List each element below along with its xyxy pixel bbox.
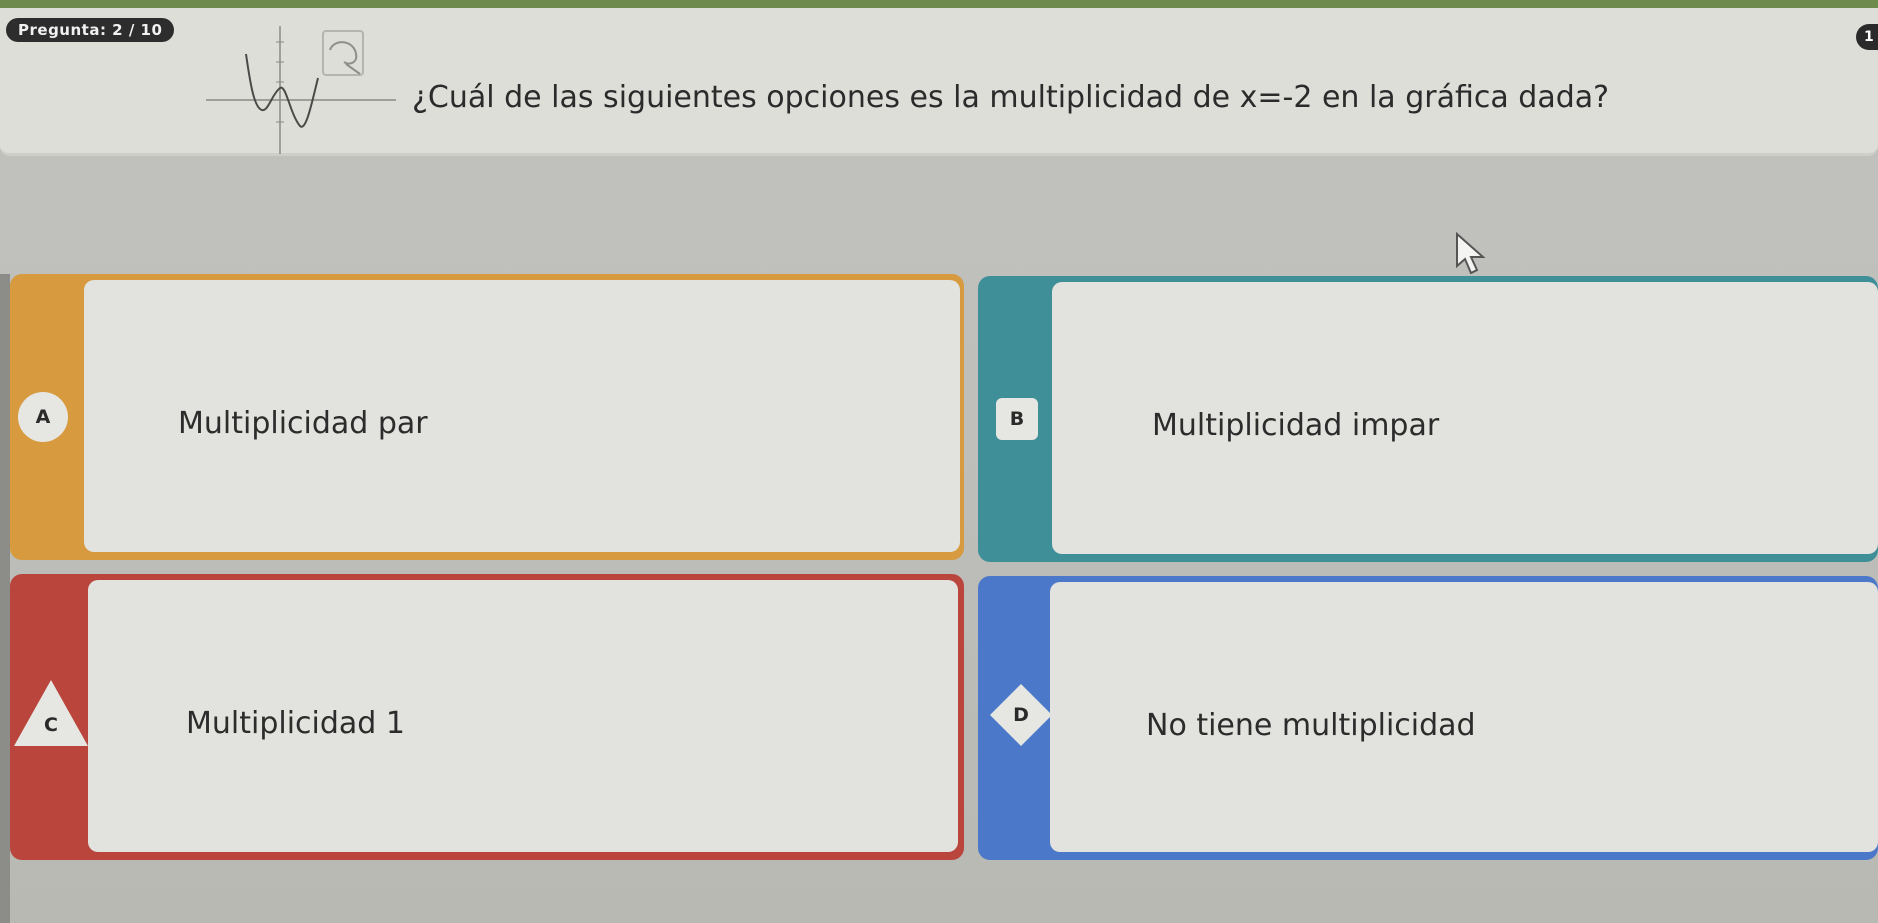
mouse-pointer-icon — [1456, 232, 1486, 275]
option-b-marker: B — [996, 398, 1038, 440]
option-b-panel[interactable]: Multiplicidad impar — [1052, 282, 1878, 554]
question-text: ¿Cuál de las siguientes opciones es la m… — [412, 80, 1610, 115]
corner-badge: 1 — [1856, 24, 1878, 50]
option-c-panel[interactable]: Multiplicidad 1 — [88, 580, 958, 852]
option-d-marker: D — [990, 684, 1052, 746]
option-a-panel[interactable]: Multiplicidad par — [84, 280, 960, 552]
option-c-label: Multiplicidad 1 — [186, 706, 405, 741]
option-d-label: No tiene multiplicidad — [1146, 708, 1476, 743]
option-a-label: Multiplicidad par — [178, 406, 428, 441]
polynomial-graph-icon[interactable] — [196, 22, 396, 154]
option-b[interactable]: B Multiplicidad impar — [978, 276, 1878, 562]
option-c[interactable]: C Multiplicidad 1 — [10, 574, 964, 860]
option-a[interactable]: A Multiplicidad par — [10, 274, 964, 560]
screen-left-edge — [0, 274, 10, 923]
zoom-icon[interactable] — [322, 30, 364, 76]
option-a-marker: A — [18, 392, 68, 442]
question-card: Pregunta: 2 / 10 ¿Cuál de las siguientes… — [0, 8, 1878, 156]
option-d-panel[interactable]: No tiene multiplicidad — [1050, 582, 1878, 852]
option-d[interactable]: D No tiene multiplicidad — [978, 576, 1878, 860]
option-c-marker: C — [12, 678, 90, 748]
triangle-icon — [14, 680, 88, 746]
option-b-label: Multiplicidad impar — [1152, 408, 1440, 443]
question-counter-badge: Pregunta: 2 / 10 — [6, 18, 175, 42]
